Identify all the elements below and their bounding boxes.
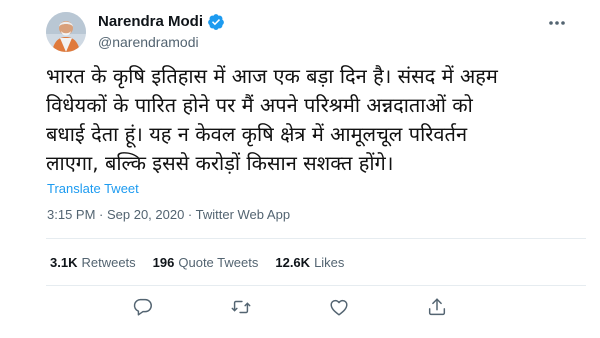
quote-tweets-label: Quote Tweets [178, 255, 259, 270]
likes-count: 12.6K [275, 255, 311, 270]
retweets-stat[interactable]: 3.1K Retweets [50, 255, 136, 271]
tweet-timestamp[interactable]: 3:15 PM · Sep 20, 2020 · Twitter Web App [47, 207, 290, 223]
divider [46, 238, 586, 239]
like-icon[interactable] [328, 296, 350, 318]
share-icon[interactable] [426, 296, 448, 318]
reply-icon[interactable] [132, 296, 154, 318]
more-options-icon[interactable] [545, 16, 569, 30]
author-handle[interactable]: @narendramodi [98, 33, 199, 51]
quote-tweets-count: 196 [152, 255, 175, 270]
action-bar [46, 293, 586, 323]
author-name-row: Narendra Modi [98, 13, 225, 31]
likes-stat[interactable]: 12.6K Likes [275, 255, 344, 271]
tweet-card: Narendra Modi @narendramodi भारत के कृषि… [0, 0, 600, 338]
retweets-count: 3.1K [50, 255, 78, 270]
verified-badge-icon [207, 13, 225, 31]
avatar-image [46, 12, 86, 52]
likes-label: Likes [314, 255, 345, 270]
quote-tweets-stat[interactable]: 196 Quote Tweets [153, 255, 259, 271]
engagement-stats: 3.1K Retweets 196 Quote Tweets 12.6K Likes [50, 255, 361, 271]
avatar[interactable] [46, 12, 86, 52]
retweets-label: Retweets [81, 255, 136, 270]
divider [46, 285, 586, 286]
retweet-icon[interactable] [230, 296, 252, 318]
author-name[interactable]: Narendra Modi [98, 13, 203, 31]
tweet-text: भारत के कृषि इतिहास में आज एक बड़ा दिन ह… [46, 64, 498, 175]
translate-tweet-link[interactable]: Translate Tweet [47, 181, 139, 197]
